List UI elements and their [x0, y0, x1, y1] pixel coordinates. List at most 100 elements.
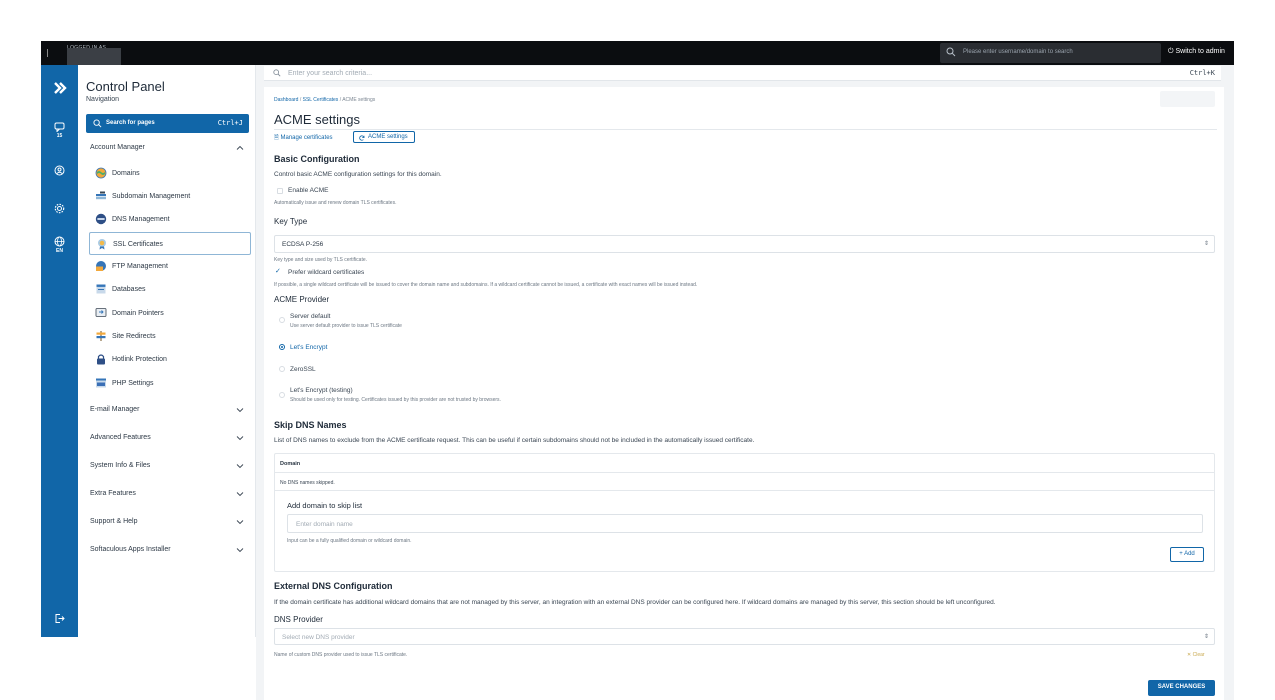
skip-dns-description: List of DNS names to exclude from the AC…: [274, 437, 755, 444]
external-dns-heading: External DNS Configuration: [274, 581, 393, 591]
chevron-down-icon[interactable]: [236, 546, 244, 554]
logout-icon: [55, 614, 65, 623]
sidebar-section-extra-features[interactable]: Extra Features: [90, 490, 136, 497]
provider-server-default-radio[interactable]: [279, 317, 285, 323]
sidebar-item-label: Domain Pointers: [112, 310, 164, 317]
sidebar-item-label: SSL Certificates: [113, 241, 163, 248]
global-search-placeholder: Enter your search criteria...: [288, 70, 373, 77]
chevron-down-icon[interactable]: [236, 462, 244, 470]
header-placeholder: [1160, 91, 1215, 107]
sidebar-item-hotlink-protection[interactable]: Hotlink Protection: [89, 348, 251, 371]
ftp-icon: [96, 261, 106, 271]
sidebar-item-label: Hotlink Protection: [112, 356, 167, 363]
page-search-shortcut: Ctrl+J: [217, 119, 243, 127]
sidebar-item-label: PHP Settings: [112, 380, 154, 387]
tab-manage-certificates[interactable]: 🗎 Manage certificates: [274, 133, 333, 143]
user-search-input[interactable]: Please enter username/domain to search: [940, 43, 1161, 63]
messages-badge: 15: [56, 133, 63, 139]
provider-option-label: ZeroSSL: [290, 366, 316, 373]
breadcrumb: Dashboard / SSL Certificates / ACME sett…: [274, 97, 376, 103]
sidebar-item-databases[interactable]: Databases: [89, 278, 251, 301]
sidebar-section-advanced-features[interactable]: Advanced Features: [90, 434, 151, 441]
sidebar-section-system-info-files[interactable]: System Info & Files: [90, 462, 150, 469]
chevron-down-icon[interactable]: [236, 490, 244, 498]
chevron-up-icon[interactable]: [236, 144, 244, 152]
save-changes-button[interactable]: SAVE CHANGES: [1148, 680, 1215, 696]
signpost-icon: [96, 331, 106, 341]
domain-name-hint: Input can be a fully qualified domain or…: [287, 538, 412, 544]
sidebar-section-softaculous[interactable]: Softaculous Apps Installer: [90, 546, 171, 553]
sidebar-item-dns-management[interactable]: DNS Management: [89, 208, 251, 231]
page-title: ACME settings: [274, 112, 360, 127]
php-icon: [96, 378, 106, 388]
domain-name-placeholder: Enter domain name: [296, 521, 353, 528]
gear-icon: [54, 203, 65, 214]
dns-provider-select[interactable]: Select new DNS provider ⇕: [274, 628, 1215, 645]
sidebar-item-label: FTP Management: [112, 263, 168, 270]
sidebar-item-site-redirects[interactable]: Site Redirects: [89, 325, 251, 348]
chevron-down-icon[interactable]: [236, 434, 244, 442]
global-search-input[interactable]: Enter your search criteria... Ctrl+K: [264, 66, 1221, 81]
sidebar-item-label: Subdomain Management: [112, 193, 191, 200]
checkmark-icon[interactable]: ✓: [275, 267, 281, 275]
dns-provider-placeholder: Select new DNS provider: [282, 634, 355, 641]
sidebar-item-label: Databases: [112, 286, 146, 293]
tab-acme-settings[interactable]: ACME settings: [353, 131, 415, 143]
sidebar-item-label: DNS Management: [112, 216, 170, 223]
top-bar: LOGGED IN AS Please enter username/domai…: [41, 41, 1234, 65]
sidebar-section-account-manager[interactable]: Account Manager: [90, 144, 145, 151]
select-arrows-icon: ⇕: [1203, 241, 1209, 247]
content-card: Dashboard / SSL Certificates / ACME sett…: [264, 87, 1224, 700]
provider-lets-encrypt-testing-radio[interactable]: [279, 392, 285, 398]
sidebar-item-ssl-certificates[interactable]: SSL Certificates: [89, 232, 251, 255]
column-domain: Domain: [280, 461, 301, 467]
messages-button[interactable]: 15: [41, 122, 78, 139]
clear-dns-provider-button[interactable]: ✕ Clear: [1187, 652, 1205, 658]
logout-button[interactable]: [41, 613, 78, 624]
basic-configuration-description: Control basic ACME configuration setting…: [274, 171, 442, 178]
switch-to-admin-button[interactable]: ⏻ Switch to admin: [1168, 48, 1225, 56]
search-icon: [946, 47, 956, 57]
toggle-menu-button[interactable]: [41, 81, 78, 95]
sidebar-item-domain-pointers[interactable]: Domain Pointers: [89, 302, 251, 325]
key-type-value: ECDSA P-256: [282, 241, 324, 248]
enable-acme-checkbox[interactable]: [277, 188, 283, 194]
dns-provider-hint: Name of custom DNS provider used to issu…: [274, 652, 408, 658]
provider-lets-encrypt-radio[interactable]: [279, 344, 285, 350]
tab-label: Manage certificates: [280, 135, 333, 141]
sidebar: Control Panel Navigation Search for page…: [78, 65, 256, 637]
chevron-down-icon[interactable]: [236, 406, 244, 414]
search-icon: [273, 69, 281, 77]
double-chevron-right-icon: [53, 82, 67, 94]
sidebar-item-subdomain-management[interactable]: Subdomain Management: [89, 185, 251, 208]
table-header: Domain: [275, 454, 1214, 473]
empty-row-text: No DNS names skipped.: [280, 480, 335, 486]
globe-icon: [54, 236, 65, 247]
key-type-hint: Key type and size used by TLS certificat…: [274, 257, 368, 263]
lock-icon: [97, 354, 105, 365]
domain-name-input[interactable]: Enter domain name: [287, 514, 1203, 533]
username-redacted: [67, 48, 121, 65]
settings-button[interactable]: [41, 203, 78, 214]
chevron-down-icon[interactable]: [236, 518, 244, 526]
switch-to-admin-label: Switch to admin: [1175, 48, 1225, 55]
key-type-select[interactable]: ECDSA P-256 ⇕: [274, 235, 1215, 253]
breadcrumb-dashboard[interactable]: Dashboard: [274, 97, 298, 103]
enable-acme-hint: Automatically issue and renew domain TLS…: [274, 200, 397, 206]
page-search-label: Search for pages: [106, 120, 155, 126]
language-button[interactable]: EN: [41, 236, 78, 254]
provider-zerossl-radio[interactable]: [279, 366, 285, 372]
sidebar-item-domains[interactable]: Domains: [89, 162, 251, 185]
add-domain-button[interactable]: + Add: [1170, 547, 1204, 562]
dns-provider-heading: DNS Provider: [274, 615, 323, 624]
sidebar-item-ftp-management[interactable]: FTP Management: [89, 255, 251, 278]
account-button[interactable]: [41, 165, 78, 176]
sidebar-item-php-settings[interactable]: PHP Settings: [89, 372, 251, 395]
page-search-button[interactable]: Search for pages Ctrl+J: [86, 114, 249, 133]
sidebar-section-email-manager[interactable]: E-mail Manager: [90, 406, 139, 413]
global-search-shortcut: Ctrl+K: [1189, 69, 1215, 77]
breadcrumb-ssl-certificates[interactable]: SSL Certificates: [303, 97, 339, 103]
add-domain-label: Add: [1184, 551, 1195, 557]
sidebar-section-support-help[interactable]: Support & Help: [90, 518, 137, 525]
refresh-icon: [359, 135, 365, 141]
